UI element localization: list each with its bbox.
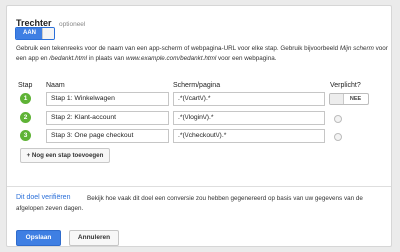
step-screen-input[interactable]: .*(\/login\/).* <box>173 111 325 125</box>
step-name-input[interactable]: Stap 1: Winkelwagen <box>46 92 169 106</box>
step-name-input[interactable]: Stap 2: Klant-account <box>46 111 169 125</box>
funnel-step-row: 1 Stap 1: Winkelwagen .*(\/cart\/).* NEE <box>7 92 393 106</box>
toggle-knob <box>330 94 344 104</box>
description-example-screen: Mijn scherm <box>339 45 374 52</box>
step-screen-input[interactable]: .*(\/cart\/).* <box>173 92 325 106</box>
step-screen-input[interactable]: .*(\/checkout\/).* <box>173 129 325 143</box>
column-header-screen: Scherm/pagina <box>173 82 221 89</box>
required-toggle-label: NEE <box>349 96 362 102</box>
goal-funnel-panel: Trechter optioneel AAN Gebruik een teken… <box>6 5 392 247</box>
description-text: voor een webpagina. <box>216 54 277 62</box>
description-example-path: /bedankt.html <box>49 54 88 62</box>
funnel-description: Gebruik een tekenreeks voor de naam van … <box>16 44 388 63</box>
description-example-url: www.example.com/bedankt.html <box>125 54 217 62</box>
step-number-badge: 3 <box>20 130 31 141</box>
step-number-badge: 1 <box>20 93 31 104</box>
cancel-button[interactable]: Annuleren <box>69 230 119 246</box>
step-number-badge: 2 <box>20 112 31 123</box>
verify-goal-link[interactable]: Dit doel verifiëren <box>16 194 70 201</box>
add-step-button[interactable]: + Nog een stap toevoegen <box>20 148 110 163</box>
description-text: Gebruik een tekenreeks voor de naam van … <box>16 45 340 52</box>
funnel-step-row: 3 Stap 3: One page checkout .*(\/checkou… <box>7 129 393 143</box>
toggle-knob <box>42 28 54 39</box>
description-text: in plaats van <box>87 54 126 62</box>
save-button[interactable]: Opslaan <box>16 230 61 246</box>
column-header-step: Stap <box>18 82 33 89</box>
step-name-input[interactable]: Stap 3: One page checkout <box>46 129 169 143</box>
funnel-toggle[interactable]: AAN <box>15 27 55 40</box>
section-divider <box>7 186 391 187</box>
required-toggle[interactable]: NEE <box>329 93 369 105</box>
column-header-required: Verplicht? <box>330 82 361 89</box>
optional-label: optioneel <box>58 21 86 28</box>
remove-step-icon[interactable] <box>334 115 342 123</box>
remove-step-icon[interactable] <box>334 133 342 141</box>
toggle-on-label: AAN <box>16 28 43 39</box>
column-header-name: Naam <box>46 82 65 89</box>
funnel-step-row: 2 Stap 2: Klant-account .*(\/login\/).* <box>7 111 393 125</box>
